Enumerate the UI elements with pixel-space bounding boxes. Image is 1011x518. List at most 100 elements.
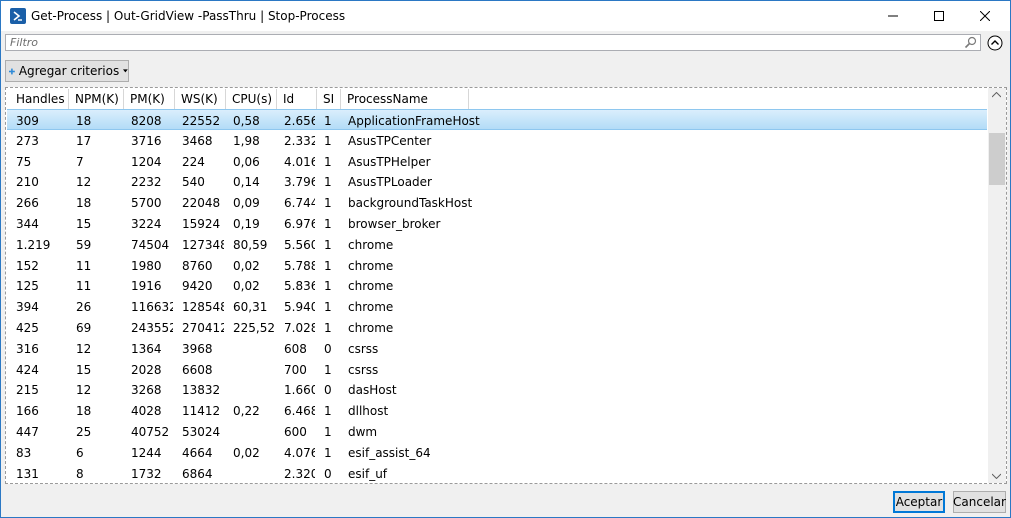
table-row[interactable]: 125 11 1916 9420 0,02 5.836 1 chrome: [7, 275, 987, 296]
close-button[interactable]: [962, 1, 1008, 31]
process-grid[interactable]: Handles NPM(K) PM(K) WS(K) CPU(s) Id SI …: [5, 87, 1007, 484]
cell-cpu: 0,09: [233, 196, 260, 211]
scrollbar-thumb[interactable]: [989, 133, 1005, 185]
vertical-scrollbar[interactable]: [988, 88, 1006, 483]
table-row[interactable]: 1.219 59 74504 127348 80,59 5.560 1 chrome: [7, 234, 987, 255]
cell-handles: 210: [16, 175, 39, 190]
column-header-pm[interactable]: PM(K): [124, 89, 175, 110]
column-header-handles[interactable]: Handles: [10, 89, 69, 110]
out-gridview-window: Get-Process | Out-GridView -PassThru | S…: [0, 0, 1011, 518]
table-row[interactable]: 424 15 2028 6608 700 1 csrss: [7, 359, 987, 380]
cell-ws: 3968: [182, 341, 213, 356]
scroll-up-icon[interactable]: [992, 92, 1001, 98]
maximize-icon: [934, 11, 944, 21]
search-icon: [964, 36, 977, 49]
cell-processname: esif_assist_64: [348, 445, 431, 460]
cell-handles: 166: [16, 404, 39, 419]
column-header-si[interactable]: SI: [317, 89, 341, 110]
cell-cpu: 60,31: [233, 300, 268, 315]
column-header-npm[interactable]: NPM(K): [69, 89, 124, 110]
cell-id: 5.560: [284, 237, 315, 252]
cell-cpu: [224, 379, 275, 400]
table-row[interactable]: 131 8 1732 6864 2.320 0 esif_uf: [7, 463, 987, 483]
column-header-processname[interactable]: ProcessName: [341, 89, 469, 110]
table-row[interactable]: 166 18 4028 11412 0,22 6.468 1 dllhost: [7, 400, 987, 421]
maximize-button[interactable]: [916, 1, 962, 31]
cell-si: 0: [324, 383, 332, 398]
cell-pm: 3268: [131, 383, 162, 398]
table-row[interactable]: 75 7 1204 224 0,06 4.016 1 AsusTPHelper: [7, 151, 987, 172]
powershell-icon: [10, 8, 26, 24]
column-header-id[interactable]: Id: [277, 89, 317, 110]
accept-button[interactable]: Aceptar: [893, 491, 945, 513]
cell-npm: 11: [76, 279, 92, 294]
cancel-button[interactable]: Cancelar: [953, 491, 1006, 513]
cell-processname: chrome: [348, 279, 394, 294]
cell-si: 1: [324, 196, 332, 211]
cell-id: 4.016: [284, 154, 315, 169]
cell-npm: 15: [76, 216, 92, 231]
cell-si: 1: [324, 237, 332, 252]
cell-handles: 131: [16, 466, 39, 481]
cell-npm: 26: [76, 300, 92, 315]
cell-npm: 11: [76, 258, 92, 273]
column-header-ws[interactable]: WS(K): [175, 89, 226, 110]
table-row[interactable]: 83 6 1244 4664 0,02 4.076 1 esif_assist_64: [7, 442, 987, 463]
cell-id: 2.320: [284, 466, 315, 481]
filter-input[interactable]: [6, 35, 964, 50]
cell-pm: 4028: [131, 404, 162, 419]
grid-rows: 309 18 8208 22552 0,58 2.656 1 ApplicationFrame…: [7, 109, 987, 483]
column-header-cpu[interactable]: CPU(s): [226, 89, 277, 110]
cell-npm: 8: [76, 466, 84, 481]
table-row[interactable]: 210 12 2232 540 0,14 3.796 1 AsusTPLoader: [7, 171, 987, 192]
cell-id: 600: [284, 424, 307, 439]
cell-handles: 316: [16, 341, 39, 356]
cell-pm: 5700: [131, 196, 162, 211]
cell-processname: ApplicationFrameHost: [348, 114, 480, 128]
cell-si: 0: [324, 341, 332, 356]
cell-cpu: 1,98: [233, 133, 260, 148]
table-row[interactable]: 215 12 3268 13832 1.660 0 dasHost: [7, 379, 987, 400]
cell-cpu: 80,59: [233, 237, 268, 252]
cell-handles: 266: [16, 196, 39, 211]
cell-pm: 243552: [131, 320, 173, 335]
table-row[interactable]: 447 25 40752 53024 600 1 dwm: [7, 421, 987, 442]
cell-cpu: [224, 359, 275, 380]
cell-si: 0: [324, 466, 332, 481]
cell-cpu: 0,02: [233, 445, 260, 460]
cell-si: 1: [324, 362, 332, 377]
cell-npm: 15: [76, 362, 92, 377]
cell-si: 1: [324, 320, 332, 335]
cell-npm: 18: [76, 196, 92, 211]
cell-id: 5.788: [284, 258, 315, 273]
table-row[interactable]: 344 15 3224 15924 0,19 6.976 1 browser_broker: [7, 213, 987, 234]
cell-cpu: [224, 463, 275, 483]
cell-ws: 53024: [182, 424, 221, 439]
add-criteria-button[interactable]: Agregar criterios: [5, 60, 129, 82]
table-row[interactable]: 316 12 1364 3968 608 0 csrss: [7, 338, 987, 359]
cell-processname: esif_uf: [348, 466, 388, 481]
cell-npm: 69: [76, 320, 92, 335]
cell-ws: 6864: [182, 466, 213, 481]
cell-pm: 1204: [131, 154, 162, 169]
cell-id: 5.836: [284, 279, 315, 294]
minimize-button[interactable]: [870, 1, 916, 31]
table-row[interactable]: 425 69 243552 270412 225,52 7.028 1 chrome: [7, 317, 987, 338]
cell-cpu: 0,19: [233, 216, 260, 231]
table-row[interactable]: 273 17 3716 3468 1,98 2.332 1 AsusTPCenter: [7, 130, 987, 151]
table-row[interactable]: 309 18 8208 22552 0,58 2.656 1 ApplicationFrame…: [7, 109, 987, 130]
table-row[interactable]: 152 11 1980 8760 0,02 5.788 1 chrome: [7, 255, 987, 276]
collapse-filter-button[interactable]: [987, 35, 1003, 51]
cell-ws: 540: [182, 175, 205, 190]
title-bar[interactable]: Get-Process | Out-GridView -PassThru | S…: [1, 1, 1010, 31]
filter-field[interactable]: [5, 34, 981, 51]
cell-handles: 152: [16, 258, 39, 273]
window-title: Get-Process | Out-GridView -PassThru | S…: [31, 9, 346, 23]
cell-ws: 224: [182, 154, 205, 169]
cell-processname: chrome: [348, 258, 394, 273]
table-row[interactable]: 394 26 116632 128548 60,31 5.940 1 chrome: [7, 296, 987, 317]
scroll-down-icon[interactable]: [992, 473, 1001, 479]
table-row[interactable]: 266 18 5700 22048 0,09 6.744 1 backgroundTaskHo…: [7, 192, 987, 213]
cell-npm: 7: [76, 154, 84, 169]
cell-si: 1: [324, 279, 332, 294]
